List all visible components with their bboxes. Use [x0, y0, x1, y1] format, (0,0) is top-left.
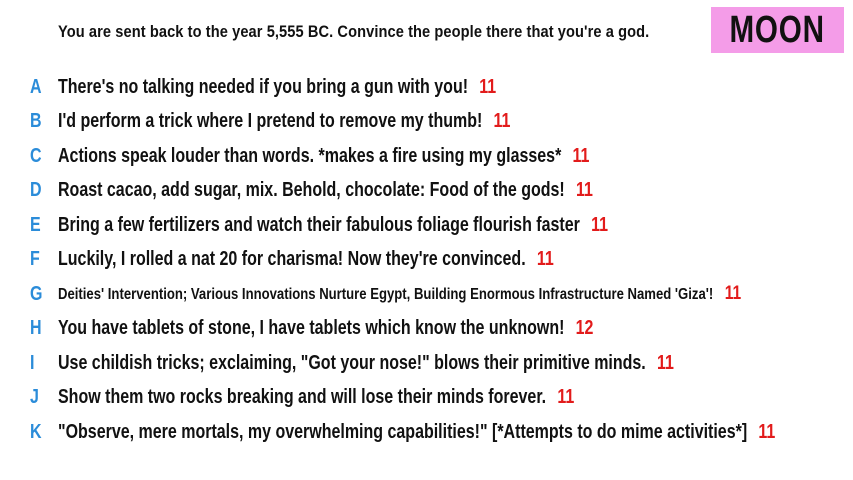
answer-line: Deities' Intervention; Various Innovatio… [58, 283, 741, 305]
moon-badge: MOON [711, 7, 844, 53]
answer-k: K "Observe, mere mortals, my overwhelmin… [0, 415, 853, 450]
question-prompt: You are sent back to the year 5,555 BC. … [58, 22, 650, 41]
answer-d: D Roast cacao, add sugar, mix. Behold, c… [0, 174, 853, 209]
answer-letter: H [30, 317, 42, 340]
answer-letter: J [30, 386, 39, 409]
answer-a: A There's no talking needed if you bring… [0, 70, 853, 105]
answer-score: 11 [591, 213, 608, 236]
answer-text: There's no talking needed if you bring a… [58, 75, 469, 98]
answer-letter: F [30, 248, 40, 271]
answer-f: F Luckily, I rolled a nat 20 for charism… [0, 243, 853, 278]
answer-letter: G [30, 282, 43, 305]
answer-score: 11 [575, 179, 593, 202]
answer-letter: A [30, 75, 42, 98]
answer-text: Roast cacao, add sugar, mix. Behold, cho… [58, 179, 565, 202]
answer-j: J Show them two rocks breaking and will … [0, 381, 853, 416]
badge-label: MOON [729, 9, 826, 51]
answer-line: Actions speak louder than words. *makes … [58, 145, 589, 168]
answer-e: E Bring a few fertilizers and watch thei… [0, 208, 853, 243]
answer-letter: I [30, 351, 35, 374]
answer-score: 11 [572, 144, 590, 167]
answer-score: 12 [575, 317, 594, 340]
answer-i: I Use childish tricks; exclaiming, "Got … [0, 346, 853, 381]
answer-score: 11 [479, 75, 497, 98]
answer-text: Deities' Intervention; Various Innovatio… [58, 286, 714, 304]
answer-score: 11 [724, 283, 742, 305]
answer-text: Use childish tricks; exclaiming, "Got yo… [58, 351, 646, 374]
answer-text: Bring a few fertilizers and watch their … [58, 213, 580, 236]
answer-line: There's no talking needed if you bring a… [58, 76, 496, 99]
answer-letter: B [30, 110, 42, 133]
answer-line: Use childish tricks; exclaiming, "Got yo… [58, 352, 674, 375]
answer-text: You have tablets of stone, I have tablet… [58, 317, 565, 340]
answer-line: Luckily, I rolled a nat 20 for charisma!… [58, 248, 554, 271]
answer-text: Actions speak louder than words. *makes … [58, 144, 562, 167]
answer-line: I'd perform a trick where I pretend to r… [58, 110, 510, 133]
answer-h: H You have tablets of stone, I have tabl… [0, 312, 853, 347]
answer-line: Roast cacao, add sugar, mix. Behold, cho… [58, 179, 593, 202]
answer-letter: D [30, 179, 42, 202]
answer-score: 11 [557, 386, 575, 409]
answer-text: "Observe, mere mortals, my overwhelming … [58, 420, 748, 443]
answer-list: A There's no talking needed if you bring… [0, 70, 853, 450]
answer-score: 11 [536, 248, 554, 271]
answer-line: "Observe, mere mortals, my overwhelming … [58, 421, 775, 444]
answer-c: C Actions speak louder than words. *make… [0, 139, 853, 174]
answer-score: 11 [656, 351, 674, 374]
answer-text: Luckily, I rolled a nat 20 for charisma!… [58, 248, 526, 271]
answer-letter: E [30, 213, 41, 236]
answer-text: I'd perform a trick where I pretend to r… [58, 110, 483, 133]
answer-text: Show them two rocks breaking and will lo… [58, 386, 547, 409]
answer-line: Show them two rocks breaking and will lo… [58, 386, 574, 409]
answer-b: B I'd perform a trick where I pretend to… [0, 105, 853, 140]
answer-line: You have tablets of stone, I have tablet… [58, 317, 593, 340]
answer-score: 11 [758, 420, 776, 443]
answer-letter: K [30, 420, 42, 443]
answer-line: Bring a few fertilizers and watch their … [58, 214, 608, 237]
answer-g: G Deities' Intervention; Various Innovat… [0, 277, 853, 312]
answer-score: 11 [493, 110, 511, 133]
answer-letter: C [30, 144, 42, 167]
